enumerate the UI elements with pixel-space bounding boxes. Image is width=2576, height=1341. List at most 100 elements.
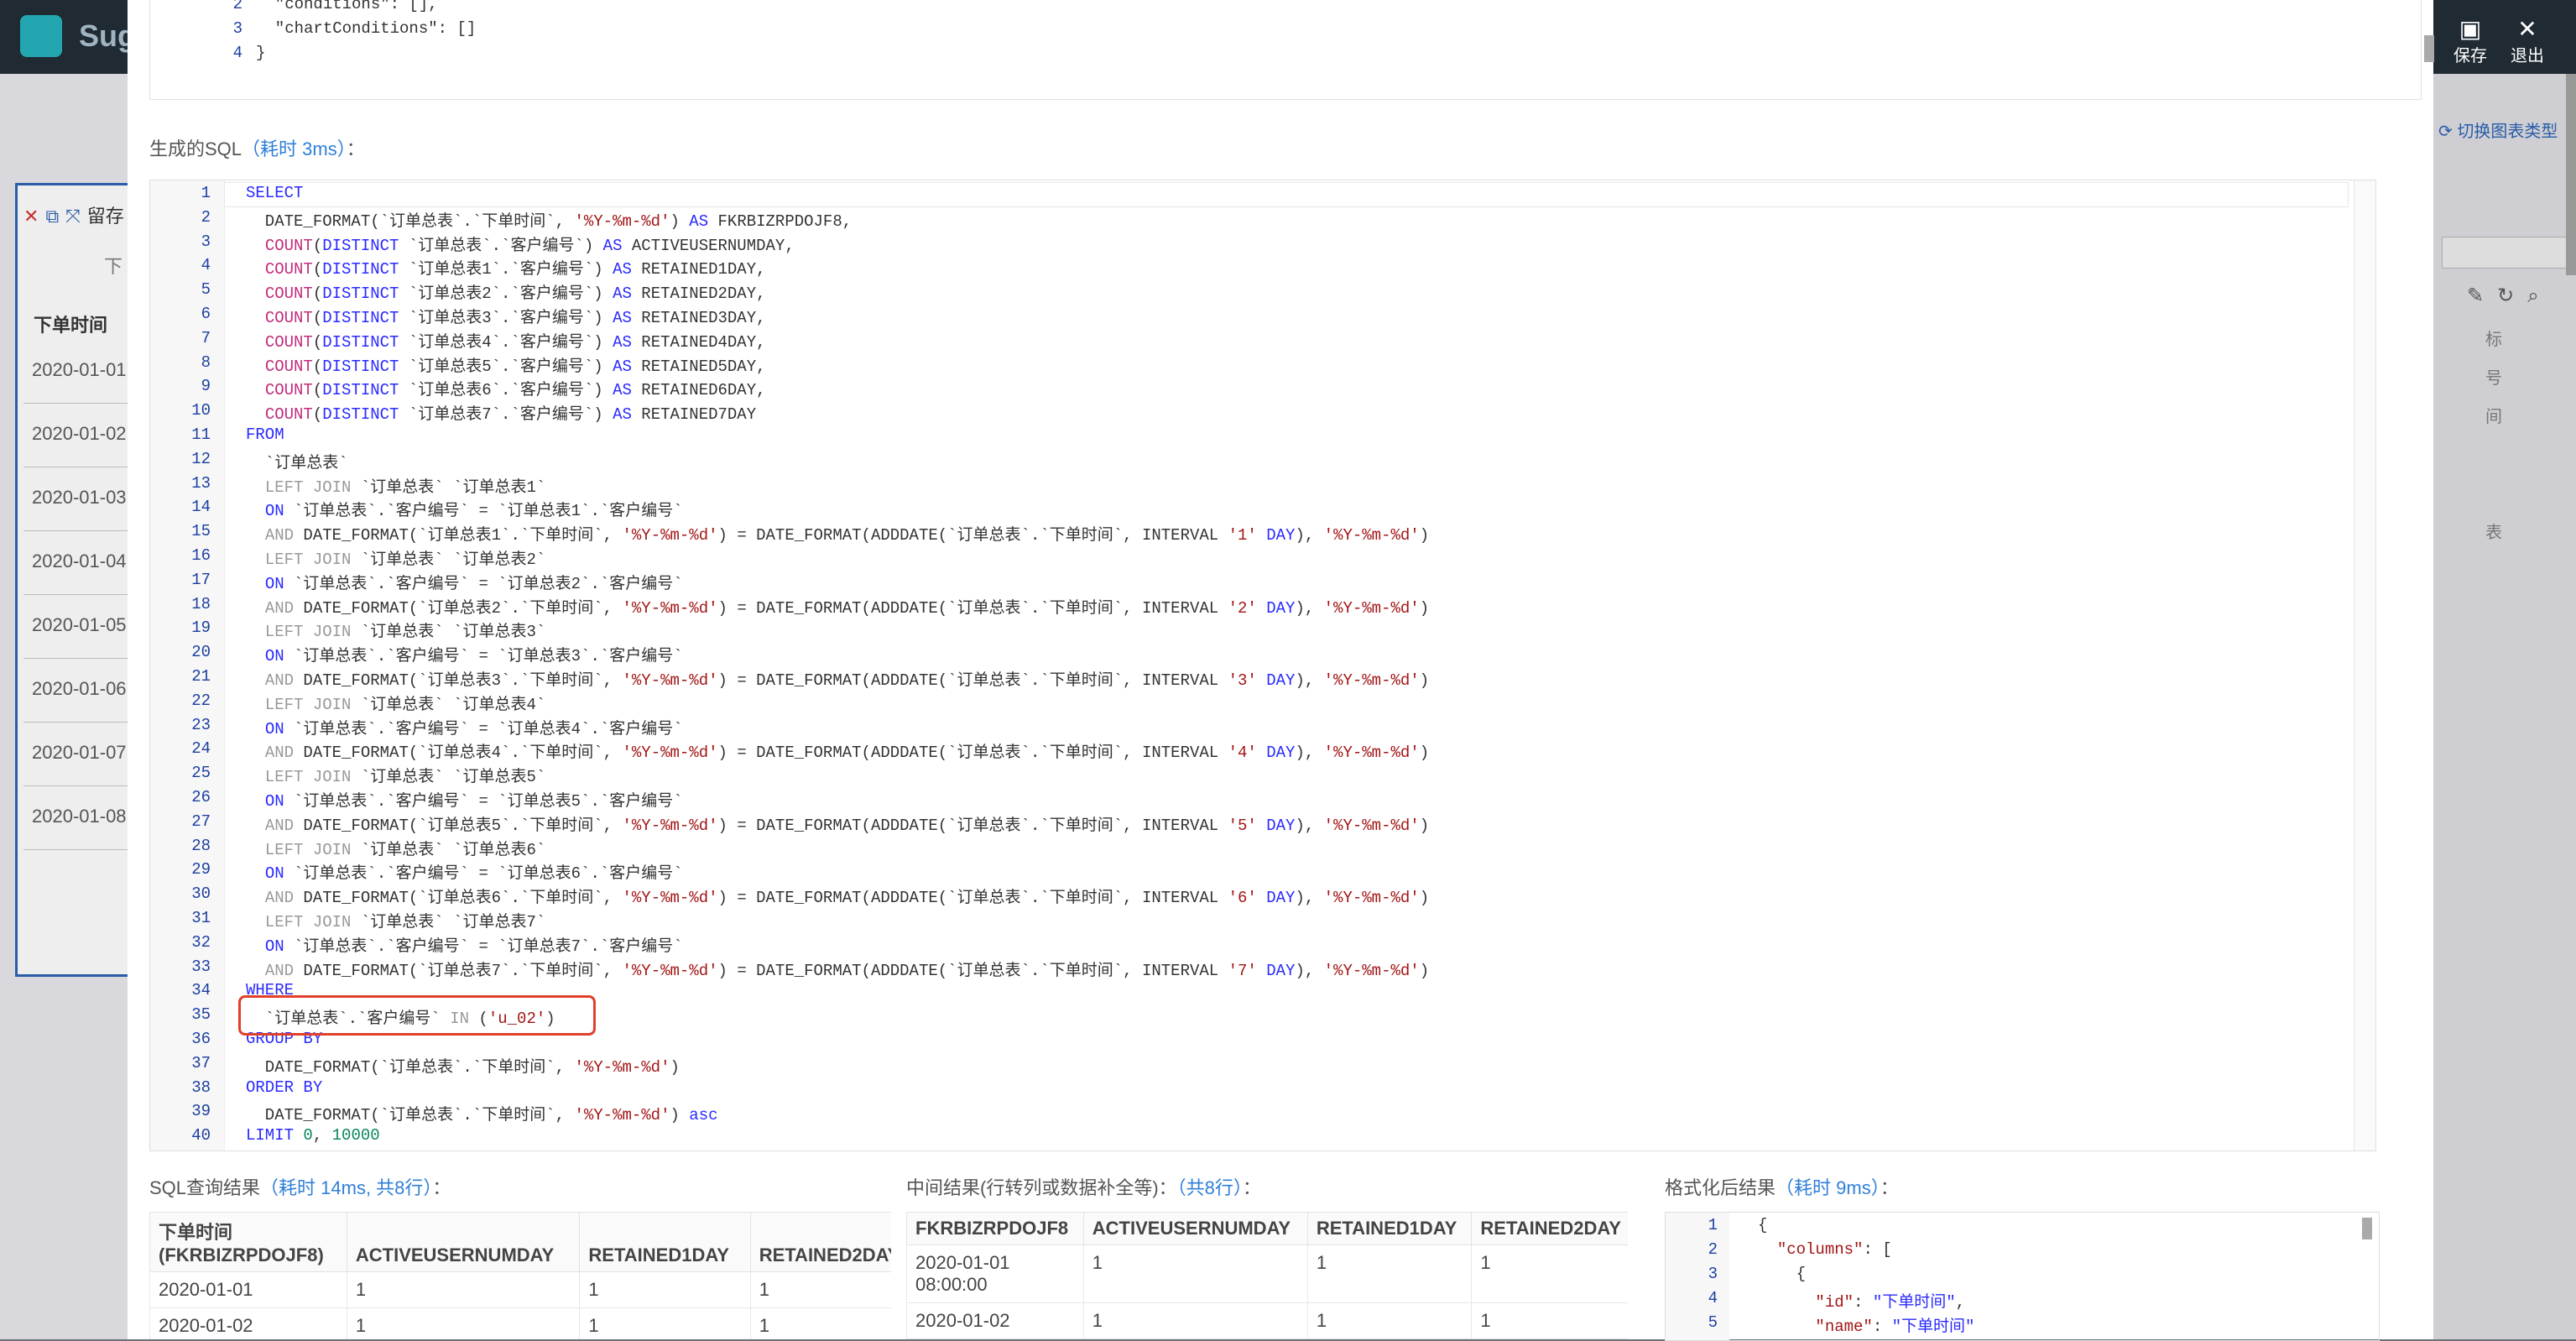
widget-title: 留存 — [86, 206, 124, 227]
line-number: 13 — [191, 473, 211, 493]
save-label: 保存 — [2453, 47, 2487, 65]
sql-result-table: 下单时间 (FKRBIZRPDOJF8) ACTIVEUSERNUMDAY RETAI… — [149, 1212, 891, 1339]
line-number: 36 — [191, 1030, 211, 1048]
line-number: 8 — [201, 352, 211, 372]
column-header[interactable]: ACTIVEUSERNUMDAY — [346, 1212, 581, 1272]
delete-icon[interactable]: ✕ — [23, 206, 39, 227]
table-cell: 1 — [749, 1307, 891, 1339]
sql-line: COUNT(DISTINCT `订单总表2`.`客户编号`) AS RETAIN… — [264, 284, 766, 304]
label-colon: ： — [432, 1177, 451, 1198]
sql-line: COUNT(DISTINCT `订单总表6`.`客户编号`) AS RETAIN… — [264, 381, 766, 400]
sql-line: DATE_FORMAT(`订单总表`.`下单时间`, '%Y-%m-%d') A… — [246, 211, 853, 231]
line-number: 16 — [191, 546, 211, 565]
line-number: 20 — [191, 643, 211, 662]
table-cell: 1 — [1471, 1302, 1628, 1339]
formatted-json-editor[interactable]: 1 {2 "columns": [3 {4 "id": "下单时间", 5 "nam… — [1665, 1212, 2380, 1341]
copy-icon[interactable]: ⧉ — [45, 206, 59, 227]
sql-line: COUNT(DISTINCT `订单总表1`.`客户编号`) AS RETAIN… — [264, 260, 766, 279]
line-number: 7 — [201, 328, 211, 347]
code-line: "conditions": [], — [256, 0, 438, 13]
column-header[interactable]: ACTIVEUSERNUMDAY — [1082, 1212, 1308, 1245]
json-line: "id": "下单时间", — [1815, 1293, 1966, 1312]
sql-line: LIMIT 0, 10000 — [246, 1126, 380, 1145]
line-number: 21 — [191, 667, 211, 686]
query-json-editor[interactable]: 2 "conditions": [], 3 "chartConditions": … — [149, 0, 2434, 100]
sql-line: AND DATE_FORMAT(`订单总表7`.`下单时间`, '%Y-%m-%… — [264, 961, 1430, 980]
middle-result-table-wrapper[interactable]: FKRBIZRPDOJF8 ACTIVEUSERNUMDAY RETAINED1DA… — [906, 1212, 1628, 1339]
column-header[interactable]: RETAINED2DAY — [1471, 1212, 1628, 1245]
column-header[interactable]: RETAINED1DAY — [579, 1212, 751, 1272]
widget-date-cell: 2020-01-05 — [32, 614, 127, 635]
table-cell: 1 — [346, 1271, 581, 1308]
table-cell: 1 — [579, 1271, 751, 1308]
line-number: 27 — [191, 811, 211, 831]
label-colon: ： — [1880, 1177, 1899, 1198]
column-header[interactable]: RETAINED1DAY — [1306, 1212, 1473, 1245]
switch-chart-type-label: 切换图表类型 — [2457, 123, 2558, 141]
line-number: 31 — [191, 909, 211, 927]
sql-line: DATE_FORMAT(`订单总表`.`下单时间`, '%Y-%m-%d') — [246, 1057, 680, 1077]
formatted-result-timing: （耗时 9ms） — [1776, 1177, 1880, 1198]
save-button[interactable]: ▣ 保存 — [2445, 17, 2495, 66]
exit-label: 退出 — [2511, 47, 2544, 65]
edit-icon[interactable]: ✎ — [2467, 284, 2497, 307]
generated-sql-title: 生成的SQL — [149, 138, 242, 159]
background-widget[interactable] — [15, 183, 146, 977]
sql-editor-scrollbar[interactable] — [2354, 180, 2375, 1151]
widget-date-cell: 2020-01-04 — [32, 550, 127, 571]
line-number: 19 — [191, 618, 211, 638]
sql-line: AND DATE_FORMAT(`订单总表2`.`下单时间`, '%Y-%m-%… — [264, 598, 1430, 618]
line-number: 40 — [191, 1126, 211, 1145]
generated-sql-timing: （耗时 3ms） — [242, 138, 347, 159]
column-header[interactable]: FKRBIZRPDOJF8 — [906, 1212, 1084, 1245]
sql-line: DATE_FORMAT(`订单总表`.`下单时间`, '%Y-%m-%d') a… — [246, 1106, 718, 1125]
line-number: 6 — [201, 305, 211, 323]
editor-scrollbar[interactable] — [2424, 35, 2434, 62]
chart-select[interactable] — [2442, 237, 2569, 269]
widget-date-cell: 2020-01-06 — [32, 678, 127, 699]
json-line: "columns": [ — [1776, 1240, 1892, 1259]
widget-date-cell: 2020-01-01 — [32, 359, 127, 380]
table-cell: 1 — [579, 1307, 751, 1339]
search-icon[interactable]: ⌕ — [2527, 284, 2552, 307]
column-header[interactable]: 下单时间 (FKRBIZRPDOJF8) — [149, 1212, 347, 1272]
generated-sql-label: 生成的SQL（耗时 3ms）： — [149, 134, 365, 161]
sql-result-table-wrapper[interactable]: 下单时间 (FKRBIZRPDOJF8) ACTIVEUSERNUMDAY RETAI… — [149, 1212, 891, 1339]
right-toolbar: ✎↻⌕ — [2467, 284, 2553, 308]
line-number: 10 — [191, 401, 211, 420]
row-divider — [23, 594, 141, 595]
line-number: 24 — [191, 739, 211, 759]
line-number: 4 — [201, 256, 211, 275]
line-number: 3 — [232, 19, 242, 38]
sql-result-label: SQL查询结果（耗时 14ms, 共8行）： — [149, 1173, 451, 1200]
sql-line: SELECT — [246, 184, 304, 202]
table-row: 2020-01-02 1 1 1 — [149, 1307, 891, 1339]
line-number: 22 — [191, 691, 211, 710]
line-number: 5 — [1708, 1313, 1718, 1332]
switch-chart-type-link[interactable]: ⟳ 切换图表类型 — [2438, 117, 2558, 142]
label-colon: ： — [1158, 1177, 1177, 1198]
row-divider — [23, 722, 141, 723]
row-divider — [23, 530, 141, 531]
sql-line: AND DATE_FORMAT(`订单总表4`.`下单时间`, '%Y-%m-%… — [264, 744, 1430, 763]
exit-button[interactable]: ✕ 退出 — [2502, 17, 2553, 66]
widget-date-cell: 2020-01-02 — [32, 423, 127, 444]
line-number: 12 — [191, 449, 211, 468]
widget-subheader: 下 — [104, 256, 123, 277]
sql-line: LEFT JOIN `订单总表` `订单总表2` — [264, 550, 546, 569]
sql-line: AND DATE_FORMAT(`订单总表5`.`下单时间`, '%Y-%m-%… — [264, 816, 1430, 835]
sql-line: COUNT(DISTINCT `订单总表3`.`客户编号`) AS RETAIN… — [264, 309, 766, 327]
table-cell: 1 — [749, 1271, 891, 1308]
line-number: 4 — [1708, 1289, 1718, 1307]
page-scrollbar[interactable] — [2566, 74, 2576, 275]
middle-result-count: （共8行） — [1176, 1177, 1243, 1198]
line-number: 38 — [191, 1077, 211, 1097]
json-editor-scrollbar[interactable] — [2362, 1218, 2372, 1239]
expand-icon[interactable]: ⤧ — [65, 206, 81, 227]
sql-debug-dialog: 2 "conditions": [], 3 "chartConditions": … — [128, 0, 2434, 1341]
middle-result-table: FKRBIZRPDOJF8 ACTIVEUSERNUMDAY RETAINED1DA… — [906, 1212, 1628, 1339]
refresh-icon[interactable]: ↻ — [2497, 284, 2527, 307]
column-header[interactable]: RETAINED2DAY — [749, 1212, 891, 1272]
code-line: "chartConditions": [] — [256, 19, 477, 38]
middle-result-label: 中间结果(行转列或数据补全等)：（共8行）： — [906, 1173, 1261, 1200]
